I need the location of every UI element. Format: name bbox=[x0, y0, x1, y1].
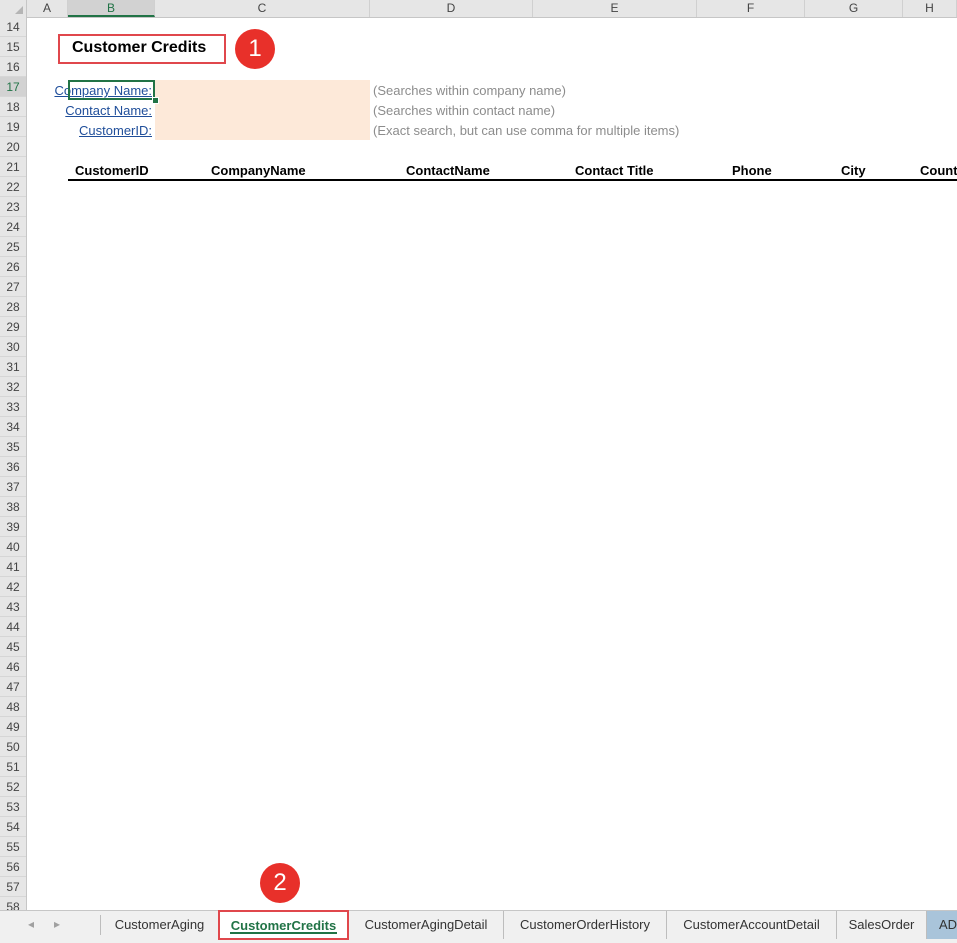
tab-customeraging[interactable]: CustomerAging bbox=[101, 911, 219, 939]
active-cell-b17[interactable] bbox=[68, 80, 155, 100]
row-header-34[interactable]: 34 bbox=[0, 417, 26, 437]
table-header-underline bbox=[68, 179, 957, 181]
row-header-27[interactable]: 27 bbox=[0, 277, 26, 297]
table-header-country[interactable]: Count bbox=[920, 163, 957, 178]
table-header-contactname[interactable]: ContactName bbox=[406, 163, 490, 178]
table-header-contact-title[interactable]: Contact Title bbox=[575, 163, 654, 178]
annotation-badge-1: 1 bbox=[235, 29, 275, 69]
row-header-32[interactable]: 32 bbox=[0, 377, 26, 397]
row-header-16[interactable]: 16 bbox=[0, 57, 26, 77]
column-header-a[interactable]: A bbox=[27, 0, 68, 17]
table-header-phone[interactable]: Phone bbox=[732, 163, 772, 178]
column-header-e[interactable]: E bbox=[533, 0, 697, 17]
tab-customercredits-label: CustomerCredits bbox=[230, 918, 337, 933]
row-header-20[interactable]: 20 bbox=[0, 137, 26, 157]
row-header-26[interactable]: 26 bbox=[0, 257, 26, 277]
contact-name-link[interactable]: Contact Name: bbox=[65, 103, 152, 118]
row-header-56[interactable]: 56 bbox=[0, 857, 26, 877]
row-header-57[interactable]: 57 bbox=[0, 877, 26, 897]
table-header-city[interactable]: City bbox=[841, 163, 866, 178]
column-header-f[interactable]: F bbox=[697, 0, 805, 17]
row-header-37[interactable]: 37 bbox=[0, 477, 26, 497]
column-header-b[interactable]: B bbox=[68, 0, 155, 17]
row-header-30[interactable]: 30 bbox=[0, 337, 26, 357]
tab-scroll-right-icon[interactable]: ▸ bbox=[54, 917, 60, 931]
row-header-47[interactable]: 47 bbox=[0, 677, 26, 697]
row-header-35[interactable]: 35 bbox=[0, 437, 26, 457]
row-header-23[interactable]: 23 bbox=[0, 197, 26, 217]
row-header-14[interactable]: 14 bbox=[0, 17, 26, 37]
company-name-hint: (Searches within company name) bbox=[373, 83, 566, 98]
active-tab-underline bbox=[230, 932, 337, 934]
row-header-53[interactable]: 53 bbox=[0, 797, 26, 817]
row-header-19[interactable]: 19 bbox=[0, 117, 26, 137]
row-header-25[interactable]: 25 bbox=[0, 237, 26, 257]
row-header-43[interactable]: 43 bbox=[0, 597, 26, 617]
tab-customeragingdetail[interactable]: CustomerAgingDetail bbox=[349, 911, 504, 939]
tab-scroll-left-icon[interactable]: ◂ bbox=[28, 917, 34, 931]
row-header-51[interactable]: 51 bbox=[0, 757, 26, 777]
column-header-g[interactable]: G bbox=[805, 0, 903, 17]
page-title: Customer Credits bbox=[72, 39, 207, 56]
row-header-22[interactable]: 22 bbox=[0, 177, 26, 197]
table-header-companyname[interactable]: CompanyName bbox=[211, 163, 306, 178]
row-header-52[interactable]: 52 bbox=[0, 777, 26, 797]
customer-id-link[interactable]: CustomerID: bbox=[79, 123, 152, 138]
row-header-39[interactable]: 39 bbox=[0, 517, 26, 537]
row-header-58[interactable]: 58 bbox=[0, 897, 26, 910]
row-header-42[interactable]: 42 bbox=[0, 577, 26, 597]
row-header-bar: 14 15 16 17 18 19 20 21 22 23 24 25 26 27 28 29 30 31 32 33… bbox=[0, 17, 27, 910]
row-header-48[interactable]: 48 bbox=[0, 697, 26, 717]
column-header-h[interactable]: H bbox=[903, 0, 957, 17]
row-header-45[interactable]: 45 bbox=[0, 637, 26, 657]
row-header-38[interactable]: 38 bbox=[0, 497, 26, 517]
contact-name-field[interactable] bbox=[155, 100, 370, 120]
row-header-29[interactable]: 29 bbox=[0, 317, 26, 337]
sheet-tab-bar: ◂ ▸ CustomerAging CustomerCredits Custom… bbox=[0, 910, 957, 943]
row-header-21[interactable]: 21 bbox=[0, 157, 26, 177]
tab-customerorderhistory[interactable]: CustomerOrderHistory bbox=[504, 911, 667, 939]
select-all-corner[interactable] bbox=[0, 0, 27, 17]
row-header-41[interactable]: 41 bbox=[0, 557, 26, 577]
row-header-17[interactable]: 17 bbox=[0, 77, 26, 97]
row-header-54[interactable]: 54 bbox=[0, 817, 26, 837]
select-all-triangle-icon bbox=[15, 6, 23, 14]
row-header-40[interactable]: 40 bbox=[0, 537, 26, 557]
row-header-46[interactable]: 46 bbox=[0, 657, 26, 677]
worksheet-grid[interactable] bbox=[27, 17, 957, 910]
fill-handle[interactable] bbox=[152, 97, 159, 104]
company-name-field[interactable] bbox=[155, 80, 370, 100]
row-header-33[interactable]: 33 bbox=[0, 397, 26, 417]
row-header-50[interactable]: 50 bbox=[0, 737, 26, 757]
customer-id-hint: (Exact search, but can use comma for mul… bbox=[373, 123, 680, 138]
column-header-d[interactable]: D bbox=[370, 0, 533, 17]
row-header-49[interactable]: 49 bbox=[0, 717, 26, 737]
contact-name-hint: (Searches within contact name) bbox=[373, 103, 556, 118]
tab-customeraccountdetail[interactable]: CustomerAccountDetail bbox=[667, 911, 837, 939]
customer-id-field[interactable] bbox=[155, 120, 370, 140]
row-header-15[interactable]: 15 bbox=[0, 37, 26, 57]
row-header-18[interactable]: 18 bbox=[0, 97, 26, 117]
row-header-44[interactable]: 44 bbox=[0, 617, 26, 637]
tab-customercredits[interactable]: CustomerCredits bbox=[218, 910, 349, 940]
column-header-bar: A B C D E F G H bbox=[0, 0, 957, 18]
row-header-55[interactable]: 55 bbox=[0, 837, 26, 857]
row-header-36[interactable]: 36 bbox=[0, 457, 26, 477]
row-header-24[interactable]: 24 bbox=[0, 217, 26, 237]
row-header-31[interactable]: 31 bbox=[0, 357, 26, 377]
row-header-28[interactable]: 28 bbox=[0, 297, 26, 317]
column-header-c[interactable]: C bbox=[155, 0, 370, 17]
annotation-badge-2: 2 bbox=[260, 863, 300, 903]
tab-salesorder[interactable]: SalesOrder bbox=[837, 911, 927, 939]
table-header-customerid[interactable]: CustomerID bbox=[75, 163, 149, 178]
tab-ad-partial[interactable]: AD bbox=[927, 911, 957, 939]
